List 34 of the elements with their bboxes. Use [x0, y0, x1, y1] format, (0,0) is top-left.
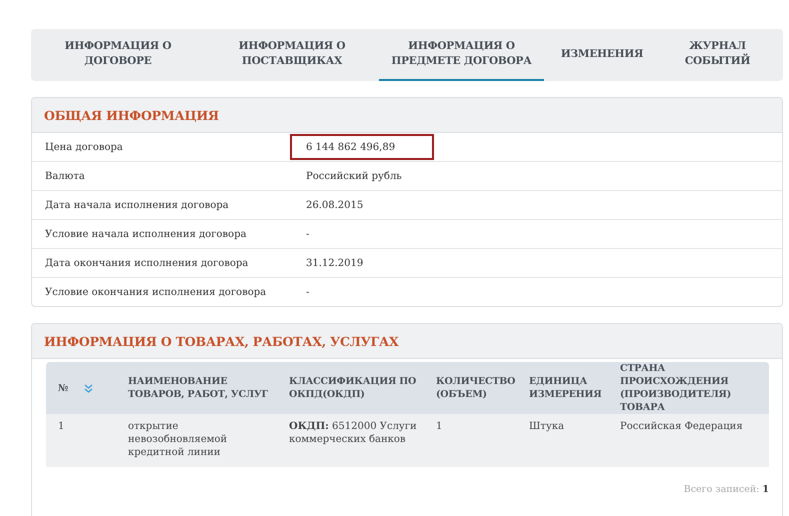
field-label: Условие окончания исполнения договора	[44, 286, 268, 298]
table-cell: ОКДП: 6512000 Услуги коммерческих банков	[277, 414, 424, 467]
section-title: ОБЩАЯ ИНФОРМАЦИЯ	[44, 108, 219, 122]
column-header: КОЛИЧЕСТВО (ОБЪЕМ)	[424, 362, 517, 414]
highlighted-value: 6 144 862 496,89	[290, 134, 434, 160]
field-value: -	[305, 228, 310, 242]
tab[interactable]: ИНФОРМАЦИЯ О ДОГОВОРЕ	[31, 29, 205, 81]
column-header: ЕДИНИЦА ИЗМЕРЕНИЯ	[517, 362, 608, 414]
column-header: №	[58, 382, 68, 394]
table-cell: Штука	[517, 414, 608, 467]
section-title: ИНФОРМАЦИЯ О ТОВАРАХ, РАБОТАХ, УСЛУГАХ	[44, 334, 398, 348]
field-label: Дата окончания исполнения договора	[44, 258, 250, 268]
field-value: Российский рубль	[305, 170, 403, 184]
tab[interactable]: ЖУРНАЛ СОБЫТИЙ	[660, 29, 775, 81]
table-cell: Российская Федерация	[608, 414, 769, 467]
column-header: НАИМЕНОВАНИЕ ТОВАРОВ, РАБОТ, УСЛУГ	[116, 362, 277, 414]
tab[interactable]: ИЗМЕНЕНИЯ	[544, 29, 660, 81]
table-cell: 1	[424, 414, 517, 467]
field-label: Дата начала исполнения договора	[44, 200, 230, 210]
field-value: 26.08.2015	[305, 198, 364, 212]
field-label: Условие начала исполнения договора	[44, 228, 248, 240]
field-value: -	[305, 286, 310, 300]
table-cell: 1	[46, 414, 116, 467]
tab[interactable]: ИНФОРМАЦИЯ О ПОСТАВЩИКАХ	[205, 29, 379, 81]
total-count: 1	[762, 484, 769, 495]
total-label: Всего записей:	[684, 484, 760, 495]
field-value: 31.12.2019	[305, 256, 364, 270]
column-header: СТРАНА ПРОИСХОЖДЕНИЯ (ПРОИЗВОДИТЕЛЯ) ТОВАРА	[608, 362, 769, 414]
column-header: КЛАССИФИКАЦИЯ ПО ОКПД(ОКДП)	[277, 362, 424, 414]
field-label: Валюта	[44, 170, 86, 182]
sort-icon[interactable]	[84, 384, 94, 392]
field-label: Цена договора	[44, 142, 124, 152]
tab[interactable]: ИНФОРМАЦИЯ О ПРЕДМЕТЕ ДОГОВОРА	[379, 29, 544, 81]
table-cell: открытие невозобновляемой кредитной линии	[116, 414, 277, 467]
